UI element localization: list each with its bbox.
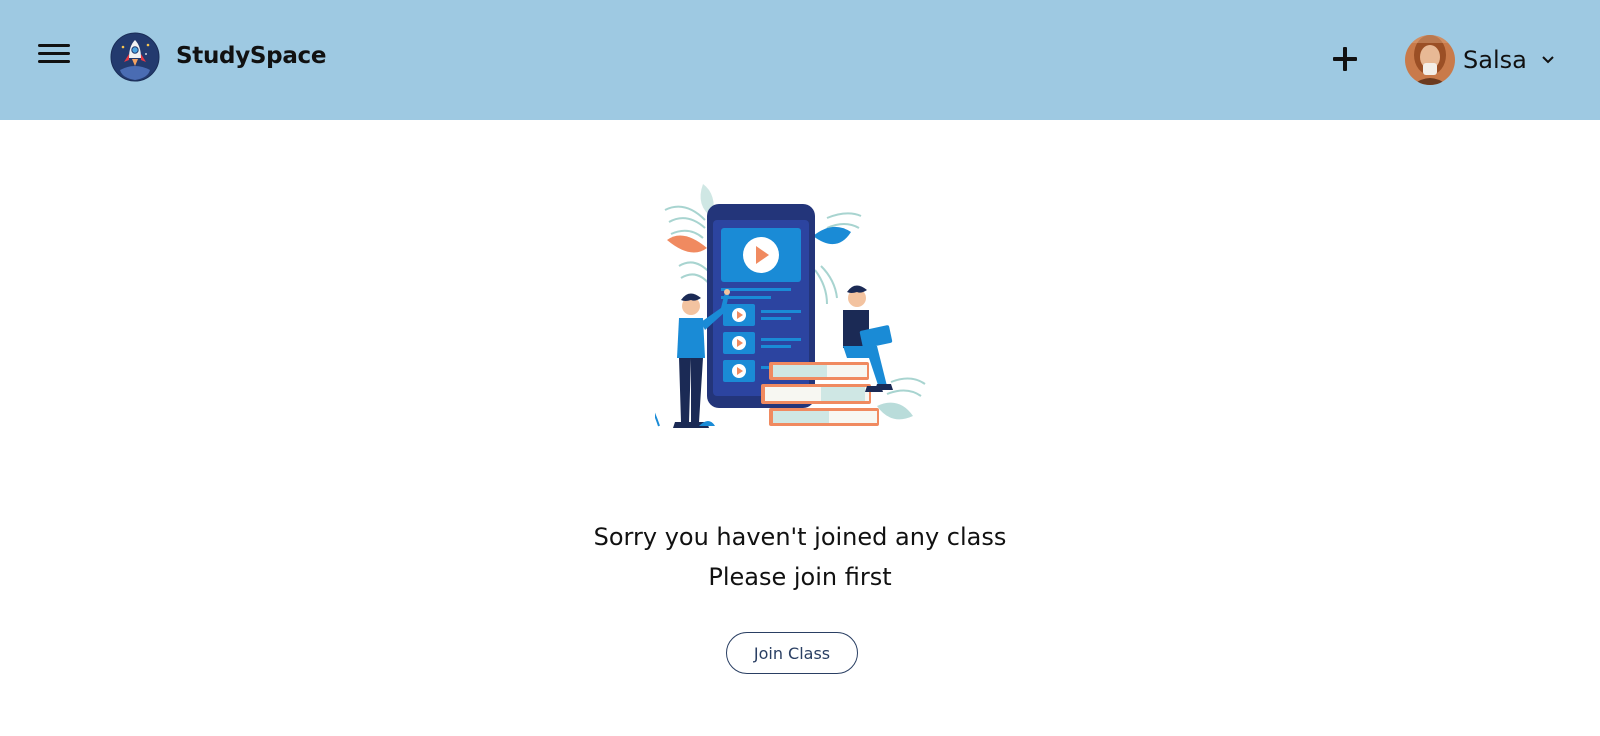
online-learning-illustration [645,170,945,440]
chevron-down-icon[interactable] [1541,55,1555,65]
join-class-button[interactable]: Join Class [726,632,858,674]
user-avatar[interactable] [1405,35,1455,85]
user-name[interactable]: Salsa [1463,46,1527,74]
hamburger-menu-icon[interactable] [38,44,72,70]
plus-icon[interactable] [1330,44,1360,74]
empty-state-message: Sorry you haven't joined any class [593,523,1007,551]
user-menu[interactable]: Salsa [1405,34,1555,86]
brand-name[interactable]: StudySpace [176,43,326,69]
top-navbar: StudySpace Salsa [0,0,1600,120]
empty-state-hint: Please join first [708,563,892,591]
rocket-logo-icon[interactable] [110,32,160,82]
